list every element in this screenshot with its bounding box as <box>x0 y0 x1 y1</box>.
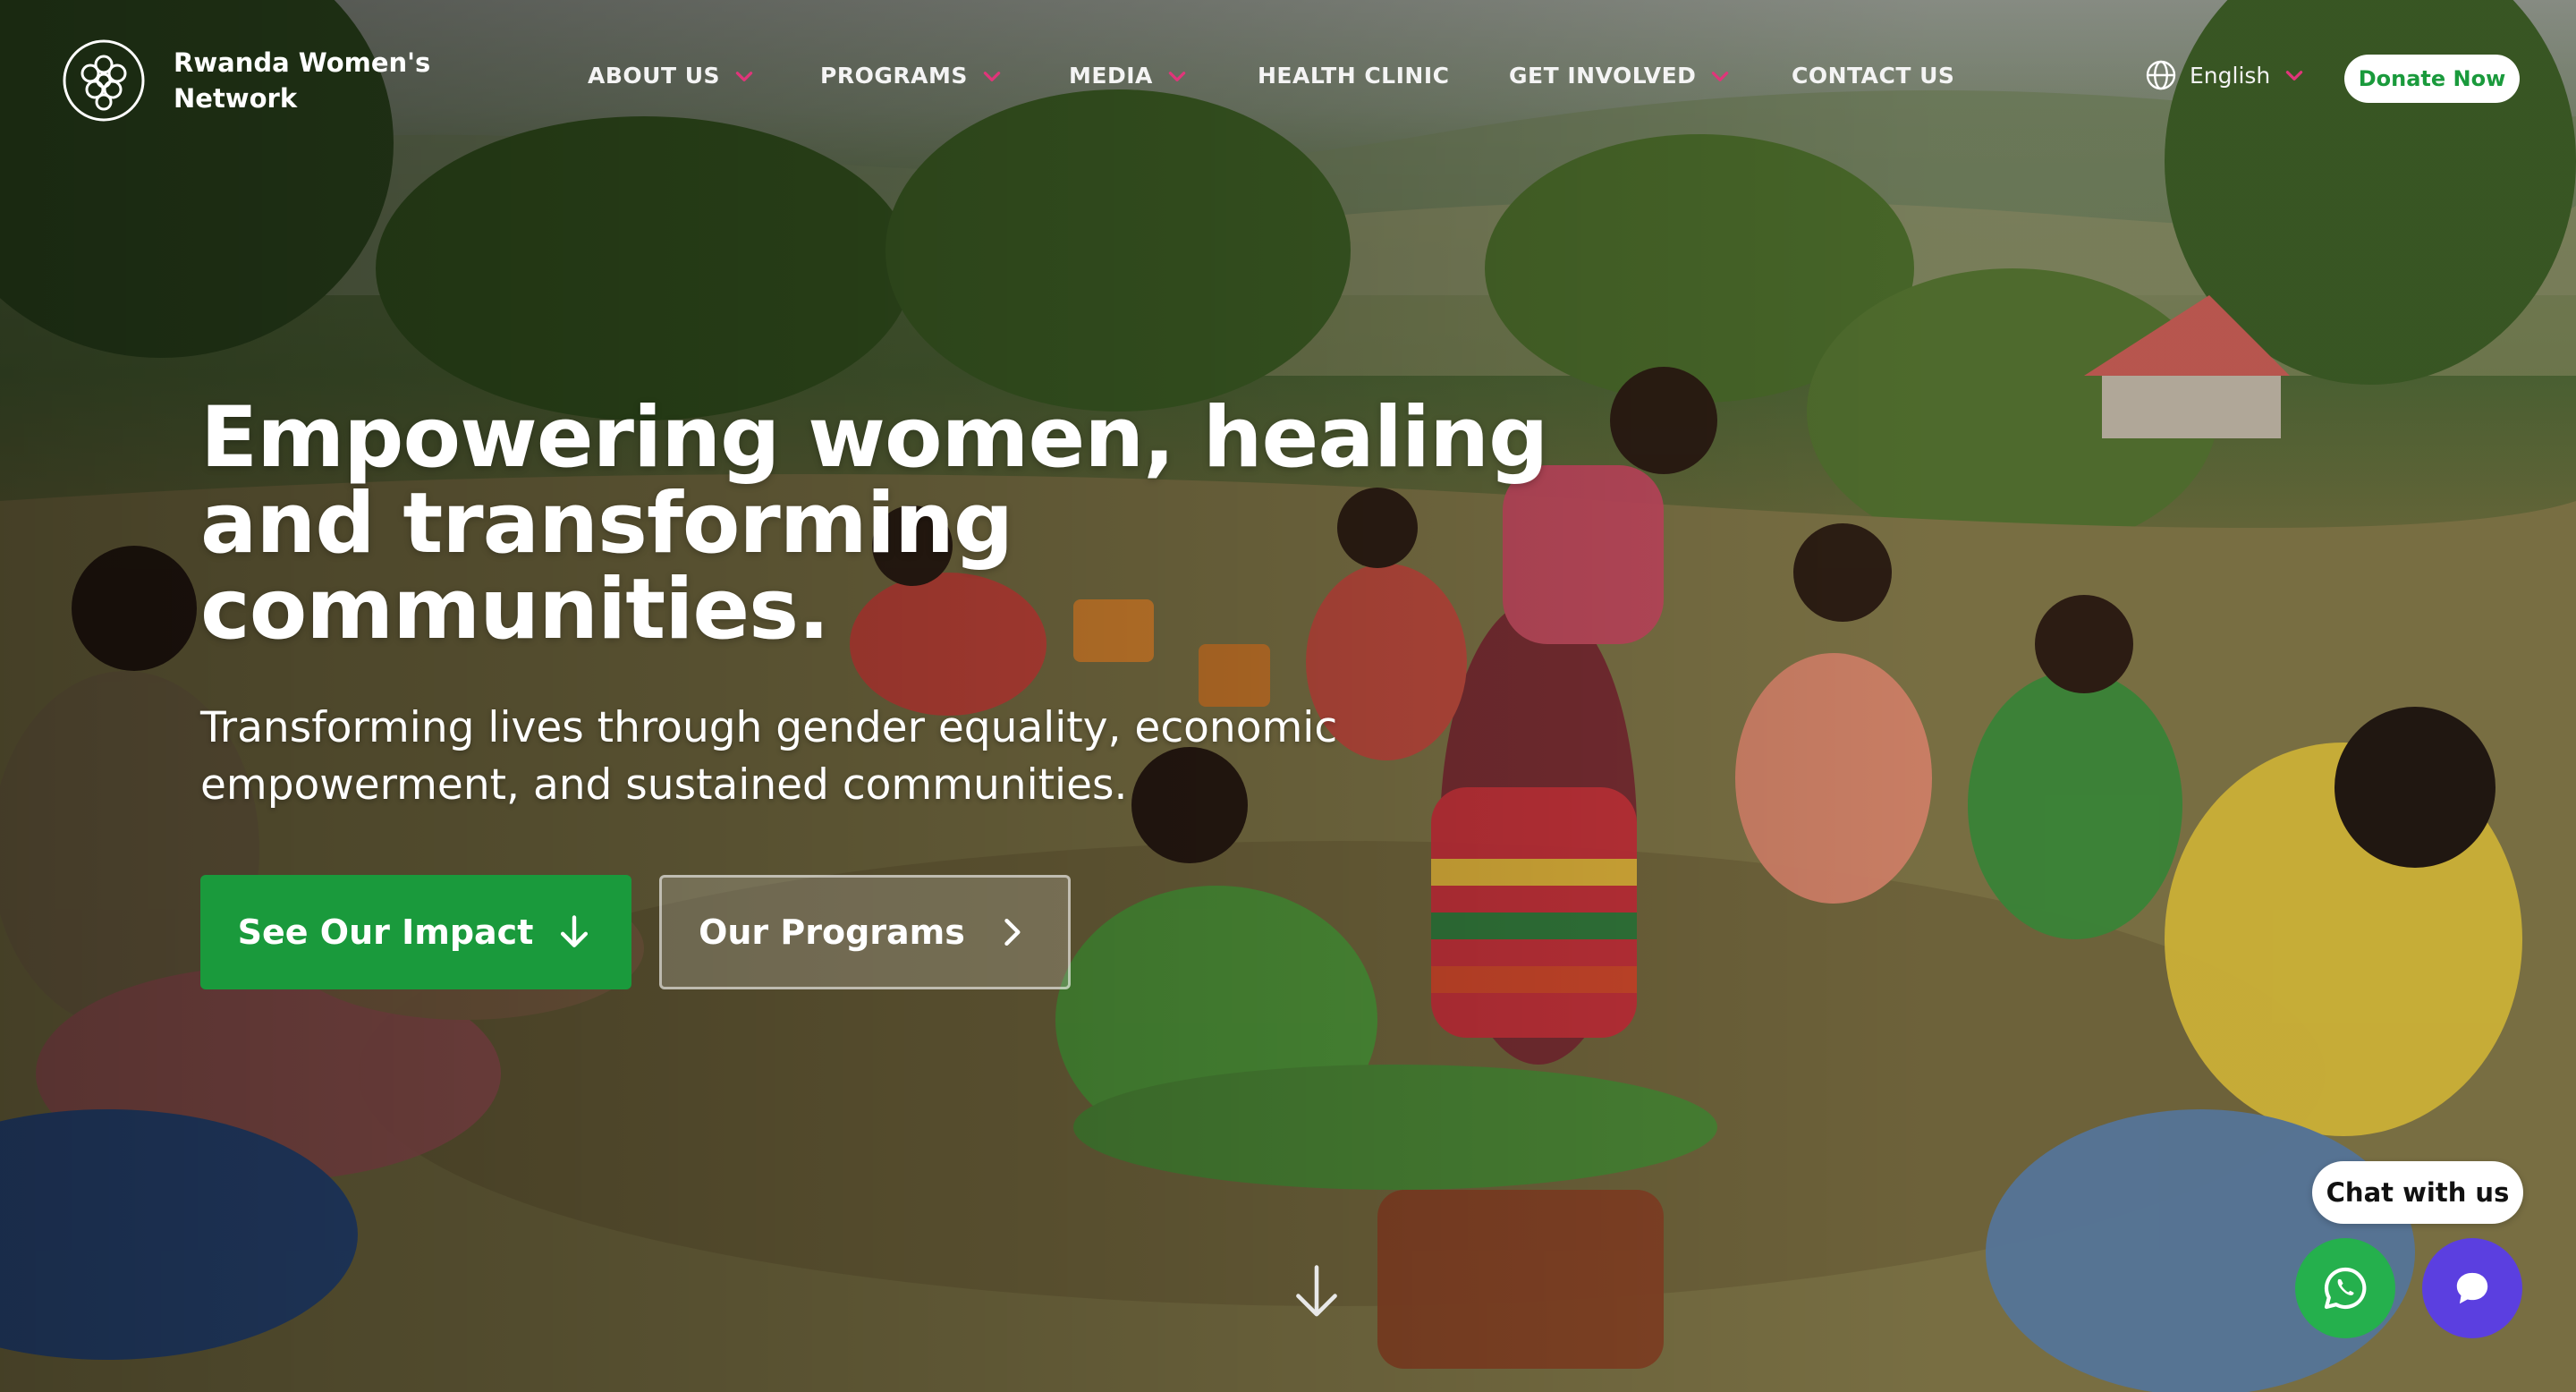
chat-button[interactable] <box>2422 1238 2522 1338</box>
nav-item-media[interactable]: MEDIA <box>1069 63 1189 89</box>
language-selector[interactable]: English <box>2145 59 2306 91</box>
logo[interactable]: Rwanda Women's Network <box>61 38 430 123</box>
nav-item-label: MEDIA <box>1069 63 1153 89</box>
whatsapp-button[interactable] <box>2295 1238 2395 1338</box>
whatsapp-icon <box>2324 1267 2367 1310</box>
see-our-impact-button[interactable]: See Our Impact <box>200 875 631 989</box>
nav-item-label: PROGRAMS <box>820 63 968 89</box>
nav-item-programs[interactable]: PROGRAMS <box>820 63 1004 89</box>
our-programs-label: Our Programs <box>699 912 965 952</box>
chevron-right-icon <box>1004 918 1021 946</box>
nav-item-label: GET INVOLVED <box>1509 63 1697 89</box>
chat-icon <box>2456 1272 2488 1304</box>
hero-headline-line3: communities. <box>200 561 830 658</box>
nav-item-contact-us[interactable]: CONTACT US <box>1792 63 1954 89</box>
nav-item-about-us[interactable]: ABOUT US <box>588 63 756 89</box>
hero-subtext: Transforming lives through gender equali… <box>200 700 1470 814</box>
hero-overlay <box>0 0 2576 1392</box>
nav-item-label: ABOUT US <box>588 63 721 89</box>
arrow-down-icon <box>561 915 589 947</box>
chevron-down-icon <box>1712 71 1729 81</box>
brand-name: Rwanda Women's Network <box>174 45 430 116</box>
hero-headline-line2: and transforming <box>200 475 1013 573</box>
see-our-impact-label: See Our Impact <box>237 912 534 952</box>
scroll-down-arrow-icon[interactable] <box>1292 1263 1342 1320</box>
hero-section: Rwanda Women's Network ABOUT US PROGRAMS… <box>0 0 2576 1392</box>
nav-item-get-involved[interactable]: GET INVOLVED <box>1509 63 1732 89</box>
chat-with-us-bubble[interactable]: Chat with us <box>2312 1161 2523 1224</box>
donate-button[interactable]: Donate Now <box>2344 55 2520 103</box>
chevron-down-icon <box>983 71 1001 81</box>
logo-mark-icon <box>63 39 145 122</box>
chevron-down-icon <box>2286 71 2303 81</box>
our-programs-button[interactable]: Our Programs <box>659 875 1071 989</box>
chevron-down-icon <box>1168 71 1186 81</box>
nav-item-label: HEALTH CLINIC <box>1258 63 1450 89</box>
site-header: Rwanda Women's Network ABOUT US PROGRAMS… <box>0 0 2576 157</box>
brand-name-line1: Rwanda Women's <box>174 47 431 78</box>
hero-subtext-line1: Transforming lives through gender equali… <box>200 703 1338 752</box>
hero-subtext-line2: empowerment, and sustained communities. <box>200 760 1128 810</box>
language-label: English <box>2190 62 2271 89</box>
nav-item-label: CONTACT US <box>1792 63 1955 89</box>
nav-item-health-clinic[interactable]: HEALTH CLINIC <box>1258 63 1449 89</box>
hero-headline-line1: Empowering women, healing <box>200 389 1548 487</box>
brand-name-line2: Network <box>174 83 298 114</box>
chevron-down-icon <box>735 71 753 81</box>
hero-headline: Empowering women, healing and transformi… <box>200 395 1596 653</box>
globe-icon <box>2146 60 2176 90</box>
